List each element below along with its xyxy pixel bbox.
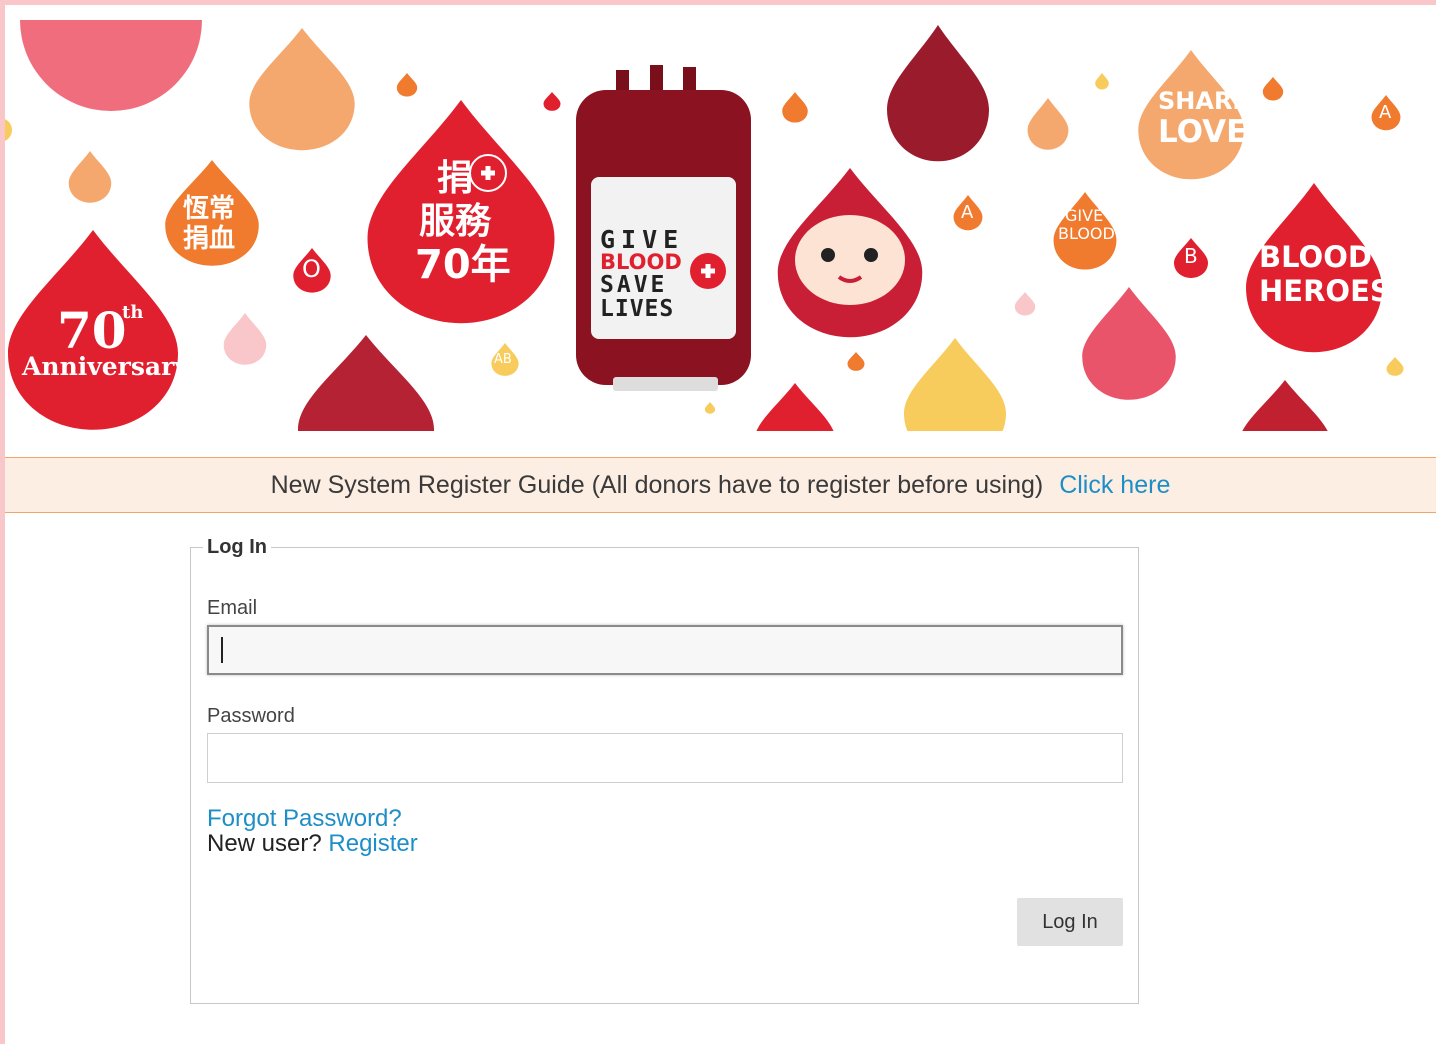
register-guide-text: New System Register Guide (All donors ha… xyxy=(270,470,1044,499)
email-field[interactable] xyxy=(207,625,1123,675)
anniversary-word: Anniversary xyxy=(21,352,190,381)
love-text: LOVE xyxy=(1158,114,1247,150)
email-label: Email xyxy=(207,597,258,619)
type-a-badge-2: A xyxy=(1379,102,1392,123)
login-button[interactable]: Log In xyxy=(1017,898,1123,946)
password-label: Password xyxy=(207,705,295,727)
password-field[interactable] xyxy=(207,733,1123,783)
anniversary-superscript: th xyxy=(122,302,143,323)
type-ab-badge: AB xyxy=(494,352,512,367)
text-caret xyxy=(221,637,223,663)
register-guide-link[interactable]: Click here xyxy=(1059,471,1170,500)
hero-banner: 捐 服務 70年 恆常 捐血 70 th Anniversary GIVE BL… xyxy=(5,5,1436,431)
half-circle-shape xyxy=(20,20,202,111)
heroes-text-1: BLOOD xyxy=(1259,240,1372,274)
login-form: Log In Email Password Forgot Password? N… xyxy=(190,536,1139,1004)
register-link[interactable]: Register xyxy=(328,830,417,857)
banner-text-service: 服務 xyxy=(419,201,492,242)
type-b-badge: B xyxy=(1184,244,1198,268)
account-links: Forgot Password? New user? Register xyxy=(207,806,418,856)
share-text: SHARE xyxy=(1158,87,1249,115)
give-small-text: GIVE xyxy=(1065,206,1103,225)
banner-text-donate: 捐血 xyxy=(183,224,235,254)
page: 捐 服務 70年 恆常 捐血 70 th Anniversary GIVE BL… xyxy=(5,5,1436,1044)
bag-text-blood: BLOOD xyxy=(600,250,682,274)
banner-text-regular: 恆常 xyxy=(183,194,235,224)
blood-small-text: BLOOD xyxy=(1058,224,1115,243)
dot-shape xyxy=(5,119,12,141)
bag-text-save: SAVE xyxy=(600,272,667,298)
banner-text-juan: 捐 xyxy=(437,158,473,199)
bag-text-lives: LIVES xyxy=(600,296,674,322)
banner-text-70-years: 70年 xyxy=(415,242,511,288)
login-legend: Log In xyxy=(207,536,267,558)
new-user-text: New user? xyxy=(207,830,322,857)
forgot-password-link[interactable]: Forgot Password? xyxy=(207,805,402,832)
banner-illustration: 捐 服務 70年 恆常 捐血 70 th Anniversary GIVE BL… xyxy=(5,20,1404,431)
register-guide-bar: New System Register Guide (All donors ha… xyxy=(5,457,1436,513)
type-o-badge: O xyxy=(302,255,321,283)
heroes-text-2: HEROES xyxy=(1259,274,1391,308)
type-a-badge: A xyxy=(961,202,974,223)
